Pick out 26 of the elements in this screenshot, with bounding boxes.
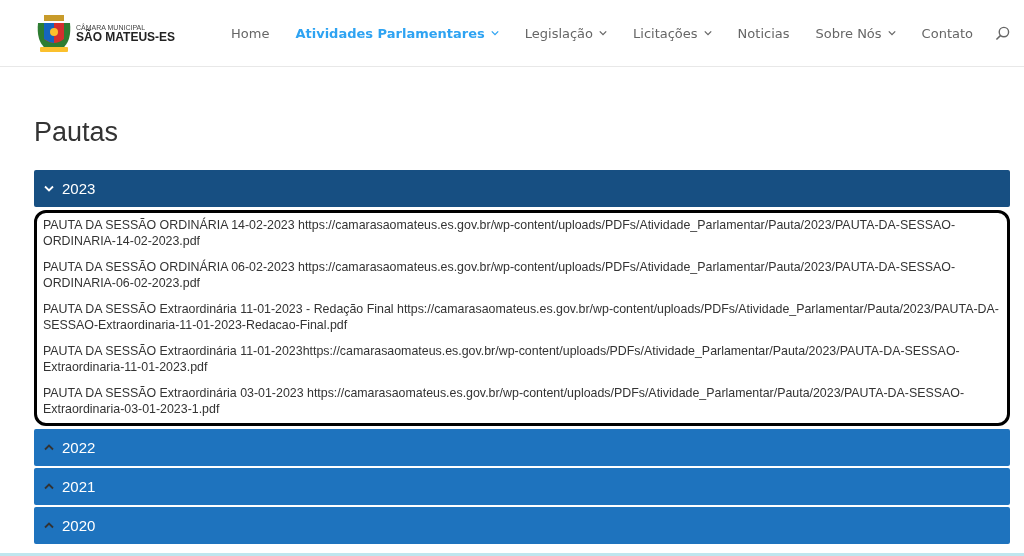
document-entry: PAUTA DA SESSÃO ORDINÁRIA 06-02-2023 https://camarasaomateus.es.gov.br/wp-content/uploads/PDFs/Atividade_Parlamentar/Pauta/2023/PAUTA-DA-SESSAO-ORDINARIA-06-02-2023.pdf [43, 259, 957, 291]
accordion-header[interactable]: 2023 [34, 170, 1010, 207]
accordion-header[interactable]: 2021 [34, 468, 1010, 505]
nav-link[interactable]: Legislação [524, 25, 608, 41]
document-entry: PAUTA DA SESSÃO ORDINÁRIA 14-02-2023 https://camarasaomateus.es.gov.br/wp-content/uploads/PDFs/Atividade_Parlamentar/Pauta/2023/PAUTA-DA-SESSAO-ORDINARIA-14-02-2023.pdf [43, 217, 957, 249]
chevron-down-icon [490, 30, 499, 36]
search-icon[interactable] [995, 25, 1010, 41]
chevron-up-icon [44, 483, 54, 490]
chevron-down-icon [599, 30, 608, 36]
accordion-header[interactable]: 2020 [34, 507, 1010, 544]
nav-link[interactable]: Sobre Nós [815, 25, 896, 41]
document-entry: PAUTA DA SESSÃO Extraordinária 11-01-2023 - Redação Final https://camarasaomateus.es.gov.br/wp-content/uploads/PDFs/Atividade_Parlamentar/Pauta/2023/PAUTA-DA-SESSAO-Extraordinaria-11-01-2023-Redacao-Final.pdf [43, 301, 1000, 333]
logo-title: SÃO MATEUS-ES [76, 30, 176, 43]
nav-link[interactable]: Home [231, 25, 270, 41]
chevron-down-icon [703, 30, 712, 36]
chevron-down-icon [44, 185, 54, 192]
document-entry: PAUTA DA SESSÃO Extraordinária 11-01-2023https://camarasaomateus.es.gov.br/wp-content/uploads/PDFs/Atividade_Parlamentar/Pauta/2023/PAUTA-DA-SESSAO-Extraordinaria-11-01-2023.pdf [43, 343, 961, 375]
chevron-up-icon [44, 522, 54, 529]
nav-link[interactable]: Noticias [737, 25, 790, 41]
chevron-up-icon [44, 444, 54, 451]
page-title: Pautas [34, 117, 120, 148]
chevron-down-icon [887, 30, 896, 36]
nav-link[interactable]: Licitações [633, 25, 712, 41]
nav-link[interactable]: Contato [921, 25, 973, 41]
accordion-header[interactable]: 2022 [34, 429, 1010, 466]
document-entry: PAUTA DA SESSÃO Extraordinária 03-01-2023 https://camarasaomateus.es.gov.br/wp-content/uploads/PDFs/Atividade_Parlamentar/Pauta/2023/PAUTA-DA-SESSAO-Extraordinaria-03-01-2023-1.pdf [43, 385, 965, 417]
